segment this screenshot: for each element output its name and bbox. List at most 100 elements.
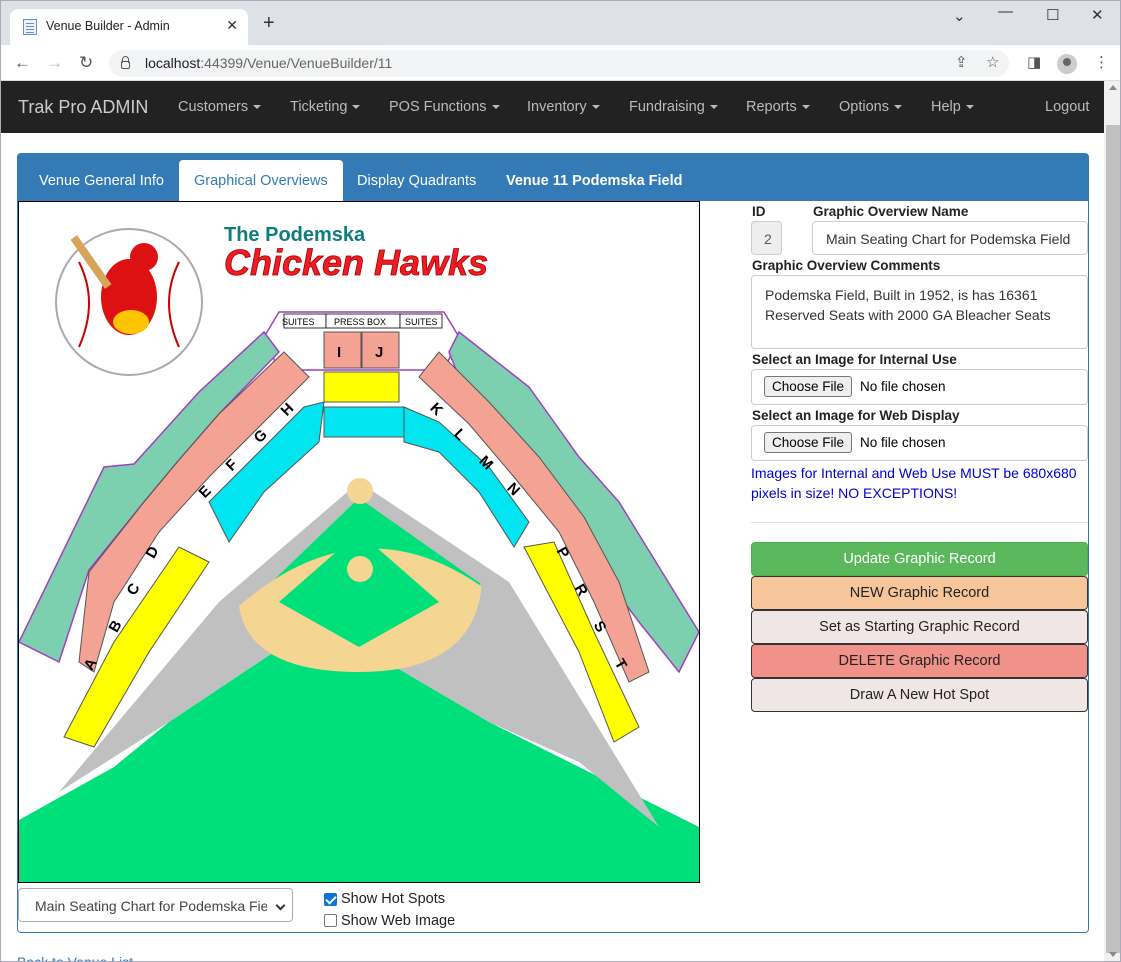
menu-label: Inventory (527, 99, 587, 115)
back-to-venue-list-link[interactable]: Back to Venue List (17, 954, 133, 961)
graphic-name-value: Main Seating Chart for Podemska Field (826, 231, 1071, 247)
chevron-down-icon[interactable]: ⌄ (953, 7, 966, 25)
url-path: :44399/Venue/VenueBuilder/11 (200, 55, 393, 71)
close-tab-icon[interactable]: ✕ (226, 17, 238, 34)
id-field: 2 (751, 221, 782, 255)
graphic-overview-select[interactable]: Main Seating Chart for Podemska Field (18, 888, 293, 922)
caret-down-icon (965, 105, 974, 110)
venue-title: Venue 11 Podemska Field (506, 173, 683, 189)
scroll-up-icon[interactable] (1109, 85, 1117, 90)
maximize-icon[interactable]: ☐ (1046, 6, 1059, 24)
draw-hot-spot-button[interactable]: Draw A New Hot Spot (751, 678, 1088, 712)
brand-title[interactable]: Trak Pro ADMIN (18, 97, 148, 118)
kebab-menu-icon[interactable]: ⋮ (1094, 53, 1109, 71)
caret-down-icon (491, 105, 500, 110)
suites-left: SUITES (282, 317, 315, 327)
logout-link[interactable]: Logout (1045, 99, 1089, 115)
internal-image-picker: Choose File No file chosen (751, 369, 1088, 405)
caret-down-icon (801, 105, 810, 110)
tab-graphical-overviews[interactable]: Graphical Overviews (179, 160, 343, 202)
forward-arrow-icon[interactable]: → (46, 53, 63, 73)
menu-reports[interactable]: Reports (746, 99, 810, 115)
show-web-image-label: Show Web Image (341, 913, 456, 929)
yellow-sections-35-37 (323, 371, 400, 403)
url-field[interactable]: localhost:44399/Venue/VenueBuilder/11 (109, 50, 1009, 77)
menu-label: Reports (746, 99, 797, 115)
press-box-label: PRESS BOX (334, 317, 386, 327)
bookmark-star-icon[interactable]: ☆ (986, 53, 999, 71)
web-image-label: Select an Image for Web Display (752, 408, 960, 423)
browser-tab[interactable]: Venue Builder - Admin ✕ (10, 9, 248, 45)
choose-file-internal-button[interactable]: Choose File (764, 376, 853, 397)
caret-down-icon (253, 105, 262, 110)
choose-file-web-button[interactable]: Choose File (764, 432, 853, 453)
menu-fundraising[interactable]: Fundraising (629, 99, 718, 115)
comments-textarea[interactable]: Podemska Field, Built in 1952, is has 16… (751, 275, 1088, 349)
lock-icon (121, 56, 130, 69)
menu-label: POS Functions (389, 99, 487, 115)
divider (751, 522, 1088, 523)
scrollbar-thumb[interactable] (1106, 125, 1120, 953)
close-window-icon[interactable]: ✕ (1091, 6, 1104, 24)
web-image-picker: Choose File No file chosen (751, 425, 1088, 461)
caret-down-icon (893, 105, 902, 110)
caret-down-icon (709, 105, 718, 110)
show-web-image-checkbox[interactable] (324, 914, 337, 927)
back-arrow-icon[interactable]: ← (14, 53, 31, 73)
comments-value: Podemska Field, Built in 1952, is has 16… (765, 287, 1051, 323)
scroll-down-icon[interactable] (1109, 952, 1117, 957)
menu-inventory[interactable]: Inventory (527, 99, 600, 115)
pitchers-mound (347, 556, 373, 582)
address-bar: ← → ↻ localhost:44399/Venue/VenueBuilder… (1, 45, 1120, 81)
panel-header: Venue General Info Graphical Overviews D… (18, 154, 1088, 202)
share-icon[interactable]: ⇪ (955, 53, 968, 71)
menu-options[interactable]: Options (839, 99, 902, 115)
chevron-down-icon (275, 900, 286, 911)
set-starting-graphic-button[interactable]: Set as Starting Graphic Record (751, 610, 1088, 644)
menu-help[interactable]: Help (931, 99, 974, 115)
graphic-name-label: Graphic Overview Name (813, 204, 969, 219)
menu-label: Fundraising (629, 99, 705, 115)
caret-down-icon (352, 105, 361, 110)
menu-label: Ticketing (290, 99, 348, 115)
section-J: J (375, 344, 383, 361)
internal-image-label: Select an Image for Internal Use (752, 352, 957, 367)
new-graphic-button[interactable]: NEW Graphic Record (751, 576, 1088, 610)
menu-ticketing[interactable]: Ticketing (290, 99, 361, 115)
reload-icon[interactable]: ↻ (79, 53, 93, 73)
menu-label: Customers (178, 99, 249, 115)
tab-venue-general-info[interactable]: Venue General Info (39, 173, 164, 189)
delete-graphic-button[interactable]: DELETE Graphic Record (751, 644, 1088, 678)
mascot-head (130, 243, 158, 271)
section-C: C (123, 580, 143, 598)
graphic-name-input[interactable]: Main Seating Chart for Podemska Field (812, 221, 1088, 255)
team-name-line2: Chicken Hawks (224, 242, 488, 283)
update-graphic-button[interactable]: Update Graphic Record (751, 542, 1088, 576)
home-plate-circle (347, 478, 373, 504)
section-K: K (426, 400, 446, 420)
menu-customers[interactable]: Customers (178, 99, 262, 115)
side-panel-icon[interactable]: ◨ (1027, 53, 1041, 71)
new-tab-icon[interactable]: + (263, 13, 275, 33)
page-scrollbar[interactable] (1104, 81, 1120, 961)
browser-tab-strip: Venue Builder - Admin ✕ + ⌄ — ☐ ✕ (1, 1, 1120, 45)
url-host: localhost (145, 55, 201, 71)
tab-display-quadrants[interactable]: Display Quadrants (357, 173, 476, 189)
seating-chart-image[interactable]: The Podemska Chicken Hawks SUITES PRESS … (18, 201, 700, 883)
id-label: ID (752, 204, 766, 219)
image-size-note: Images for Internal and Web Use MUST be … (751, 465, 1077, 501)
minimize-icon[interactable]: — (998, 3, 1013, 20)
section-D: D (142, 543, 162, 561)
menu-pos-functions[interactable]: POS Functions (389, 99, 500, 115)
menu-label: Options (839, 99, 889, 115)
profile-avatar-icon[interactable] (1057, 54, 1077, 74)
browser-window: Venue Builder - Admin ✕ + ⌄ — ☐ ✕ ← → ↻ … (0, 0, 1121, 962)
comments-label: Graphic Overview Comments (752, 258, 941, 273)
id-value: 2 (764, 231, 772, 247)
internal-file-status: No file chosen (860, 379, 946, 394)
show-hot-spots-checkbox[interactable] (324, 893, 337, 906)
mascot-belly (113, 310, 149, 334)
web-file-status: No file chosen (860, 435, 946, 450)
stadium-map: The Podemska Chicken Hawks SUITES PRESS … (19, 224, 699, 882)
page-favicon-icon (23, 19, 37, 35)
